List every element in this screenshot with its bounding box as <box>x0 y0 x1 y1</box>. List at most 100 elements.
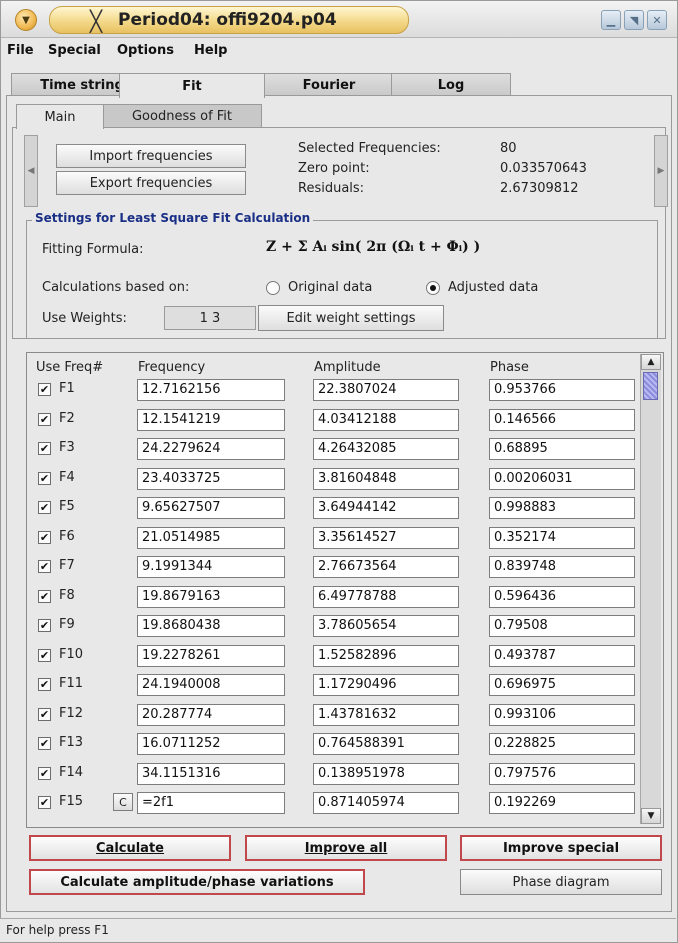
use-frequency-checkbox[interactable]: ✔ <box>38 766 51 780</box>
table-row: ✔ F8 19.8679163 6.49778788 0.596436 <box>27 585 637 613</box>
use-frequency-checkbox[interactable]: ✔ <box>38 383 51 396</box>
phase-field[interactable]: 0.79508 <box>489 615 635 637</box>
frequency-id: F3 <box>59 440 75 455</box>
use-frequency-checkbox[interactable]: ✔ <box>38 707 51 721</box>
frequency-field[interactable]: =2f1 <box>137 792 285 814</box>
scroll-left-arrow[interactable]: ◀ <box>24 135 38 207</box>
frequency-field[interactable]: 24.1940008 <box>137 674 285 696</box>
minimize-button[interactable]: ▁ <box>601 10 621 30</box>
menu-file[interactable]: File <box>7 43 34 58</box>
scroll-right-arrow[interactable]: ▶ <box>654 135 668 207</box>
phase-field[interactable]: 0.493787 <box>489 644 635 667</box>
amplitude-field[interactable]: 3.81604848 <box>313 467 459 490</box>
frequency-field[interactable]: 19.8679163 <box>137 585 285 608</box>
amplitude-field[interactable]: 0.138951978 <box>313 762 459 785</box>
phase-field[interactable]: 0.146566 <box>489 408 635 431</box>
table-scrollbar[interactable]: ▲ ▼ <box>640 354 661 824</box>
use-frequency-checkbox[interactable]: ✔ <box>38 648 51 662</box>
use-frequency-checkbox[interactable]: ✔ <box>38 412 51 426</box>
phase-field[interactable]: 0.797576 <box>489 762 635 785</box>
frequency-field[interactable]: 19.2278261 <box>137 644 285 667</box>
tab-fit[interactable]: Fit <box>119 73 265 98</box>
amplitude-field[interactable]: 3.64944142 <box>313 497 459 519</box>
use-frequency-checkbox[interactable]: ✔ <box>38 560 51 573</box>
phase-field[interactable]: 0.998883 <box>489 497 635 519</box>
frequency-id: F8 <box>59 587 75 603</box>
amplitude-field[interactable]: 4.03412188 <box>313 408 459 431</box>
use-frequency-checkbox[interactable]: ✔ <box>38 471 51 485</box>
frequency-field[interactable]: 12.7162156 <box>137 379 285 401</box>
subtab-goodness-of-fit[interactable]: Goodness of Fit <box>102 104 262 127</box>
phase-field[interactable]: 0.68895 <box>489 438 635 460</box>
frequency-field[interactable]: 23.4033725 <box>137 467 285 490</box>
import-frequencies-button[interactable]: Import frequencies <box>56 144 246 168</box>
phase-diagram-button[interactable]: Phase diagram <box>460 869 662 895</box>
frequency-field[interactable]: 16.0711252 <box>137 733 285 755</box>
composite-frequency-button[interactable]: C <box>113 793 133 811</box>
phase-field[interactable]: 0.192269 <box>489 792 635 814</box>
phase-field[interactable]: 0.00206031 <box>489 467 635 490</box>
amplitude-field[interactable]: 1.43781632 <box>313 703 459 726</box>
use-frequency-checkbox[interactable]: ✔ <box>38 678 51 691</box>
use-frequency-checkbox[interactable]: ✔ <box>38 737 51 750</box>
amplitude-field[interactable]: 3.78605654 <box>313 615 459 637</box>
amplitude-field[interactable]: 1.17290496 <box>313 674 459 696</box>
frequency-field[interactable]: 12.1541219 <box>137 408 285 431</box>
phase-field[interactable]: 0.696975 <box>489 674 635 696</box>
use-frequency-checkbox[interactable]: ✔ <box>38 501 51 514</box>
frequency-field[interactable]: 24.2279624 <box>137 438 285 460</box>
amplitude-field[interactable]: 4.26432085 <box>313 438 459 460</box>
scroll-up-icon[interactable]: ▲ <box>641 354 661 370</box>
amplitude-field[interactable]: 0.764588391 <box>313 733 459 755</box>
frequency-field[interactable]: 9.1991344 <box>137 556 285 578</box>
status-text: For help press F1 <box>6 923 109 937</box>
frequency-field[interactable]: 19.8680438 <box>137 615 285 637</box>
use-frequency-checkbox[interactable]: ✔ <box>38 442 51 455</box>
use-frequency-checkbox[interactable]: ✔ <box>38 796 51 809</box>
phase-field[interactable]: 0.839748 <box>489 556 635 578</box>
adjusted-data-radio[interactable] <box>426 281 440 295</box>
frequency-field[interactable]: 9.65627507 <box>137 497 285 519</box>
export-frequencies-button[interactable]: Export frequencies <box>56 171 246 195</box>
calculate-amplitude-phase-variations-button[interactable]: Calculate amplitude/phase variations <box>29 869 365 895</box>
menu-help[interactable]: Help <box>194 43 227 58</box>
menu-options[interactable]: Options <box>117 43 174 58</box>
maximize-button[interactable]: ◥ <box>624 10 644 30</box>
close-button[interactable]: ✕ <box>647 10 667 30</box>
menu-special[interactable]: Special <box>48 43 101 58</box>
amplitude-field[interactable]: 22.3807024 <box>313 379 459 401</box>
amplitude-field[interactable]: 6.49778788 <box>313 585 459 608</box>
phase-field[interactable]: 0.352174 <box>489 526 635 549</box>
edit-weight-settings-button[interactable]: Edit weight settings <box>258 305 444 331</box>
original-data-radio[interactable] <box>266 281 280 295</box>
frequency-field[interactable]: 21.0514985 <box>137 526 285 549</box>
amplitude-field[interactable]: 2.76673564 <box>313 556 459 578</box>
tab-log[interactable]: Log <box>391 73 511 96</box>
amplitude-field[interactable]: 0.871405974 <box>313 792 459 814</box>
phase-field[interactable]: 0.953766 <box>489 379 635 401</box>
use-frequency-checkbox[interactable]: ✔ <box>38 619 51 632</box>
amplitude-field[interactable]: 3.35614527 <box>313 526 459 549</box>
improve-special-button[interactable]: Improve special <box>460 835 662 861</box>
subtab-main[interactable]: Main <box>16 104 104 129</box>
calculate-label: Calculate <box>96 840 164 856</box>
tab-fourier[interactable]: Fourier <box>263 73 395 96</box>
frequency-field[interactable]: 20.287774 <box>137 703 285 726</box>
use-frequency-checkbox[interactable]: ✔ <box>38 589 51 603</box>
improve-all-button[interactable]: Improve all <box>245 835 447 861</box>
x-logo-icon: ╳ <box>90 9 103 33</box>
frequency-field[interactable]: 34.1151316 <box>137 762 285 785</box>
window-menu-icon[interactable]: ▼ <box>15 9 37 31</box>
phase-field[interactable]: 0.596436 <box>489 585 635 608</box>
phase-field[interactable]: 0.228825 <box>489 733 635 755</box>
scrollbar-thumb[interactable] <box>643 372 658 400</box>
header-use-freq: Use Freq# <box>36 360 104 375</box>
calculate-button[interactable]: Calculate <box>29 835 231 861</box>
settings-group-title: Settings for Least Square Fit Calculatio… <box>32 211 314 225</box>
phase-field[interactable]: 0.993106 <box>489 703 635 726</box>
scroll-down-icon[interactable]: ▼ <box>641 808 661 824</box>
use-frequency-checkbox[interactable]: ✔ <box>38 530 51 544</box>
title-pill: ╳ Period04: offi9204.p04 <box>49 6 409 34</box>
amplitude-field[interactable]: 1.52582896 <box>313 644 459 667</box>
use-weights-label: Use Weights: <box>42 311 127 326</box>
